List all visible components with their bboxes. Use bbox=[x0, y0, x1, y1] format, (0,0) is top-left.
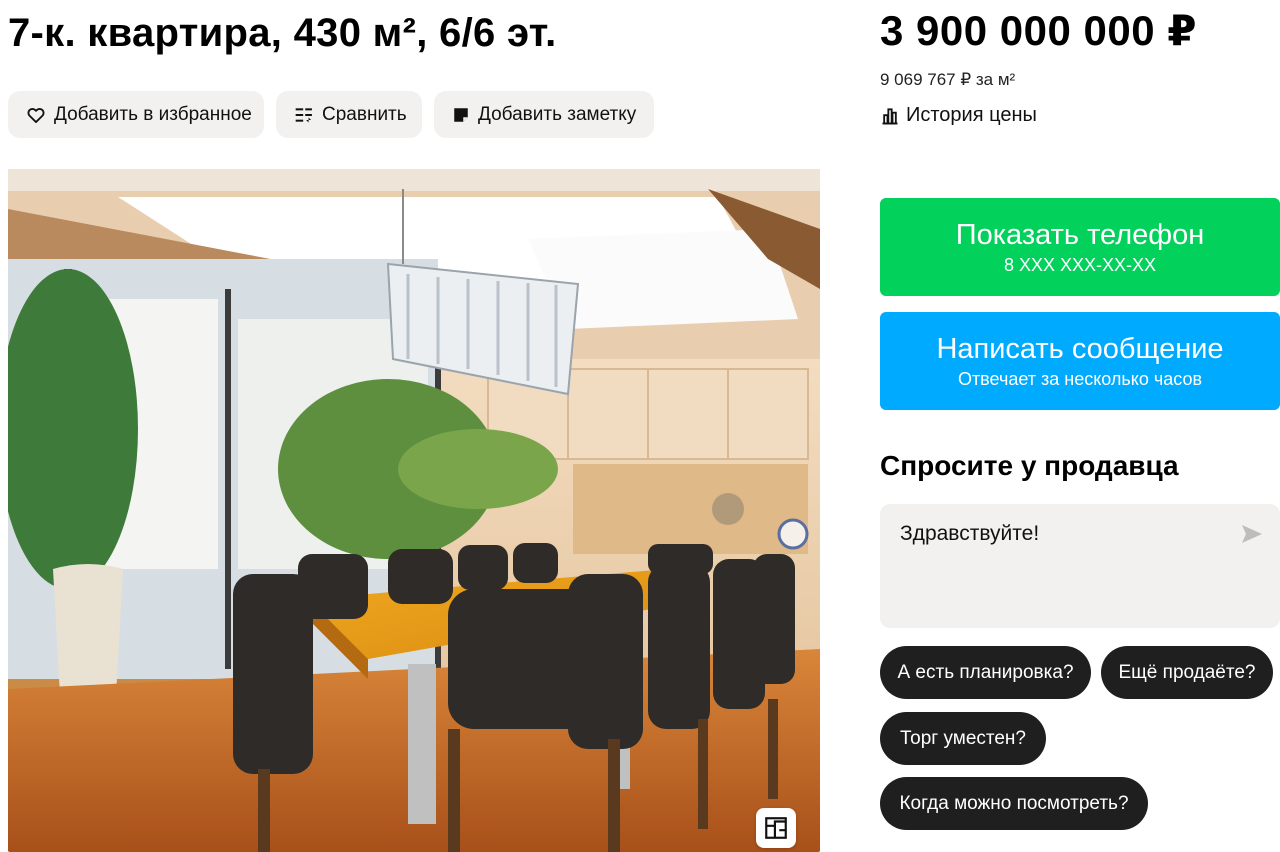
quick-question-chip[interactable]: А есть планировка? bbox=[880, 646, 1091, 699]
write-message-button[interactable]: Написать сообщение Отвечает за несколько… bbox=[880, 312, 1280, 410]
listing-actions: Добавить в избранное Сравнить Добавить з… bbox=[8, 91, 654, 138]
add-to-favorites-button[interactable]: Добавить в избранное bbox=[8, 91, 264, 138]
ask-seller-heading: Спросите у продавца bbox=[880, 450, 1179, 481]
message-text: Здравствуйте! bbox=[900, 522, 1040, 545]
compare-label: Сравнить bbox=[322, 103, 407, 125]
add-to-favorites-label: Добавить в избранное bbox=[54, 103, 252, 125]
response-time-note: Отвечает за несколько часов bbox=[957, 369, 1203, 389]
listing-page: 7-к. квартира, 430 м², 6/6 эт. Добавить … bbox=[0, 0, 1280, 852]
quick-question-chip[interactable]: Торг уместен? bbox=[880, 712, 1046, 765]
message-input[interactable]: Здравствуйте! bbox=[880, 504, 1280, 628]
dining-room-image bbox=[8, 169, 820, 852]
price-history-link[interactable]: История цены bbox=[880, 104, 1037, 127]
price-per-m2: 9 069 767 ₽ за м² bbox=[880, 70, 1016, 89]
add-note-button[interactable]: Добавить заметку bbox=[434, 91, 654, 138]
chart-icon bbox=[880, 105, 902, 127]
send-icon[interactable] bbox=[1240, 522, 1266, 548]
quick-question-chip[interactable]: Когда можно посмотреть? bbox=[880, 777, 1148, 830]
listing-title: 7-к. квартира, 430 м², 6/6 эт. bbox=[8, 11, 557, 55]
compare-icon bbox=[294, 104, 314, 126]
listing-photo[interactable] bbox=[8, 169, 820, 852]
compare-button[interactable]: Сравнить bbox=[276, 91, 422, 138]
quick-question-chip[interactable]: Ещё продаёте? bbox=[1101, 646, 1273, 699]
price-total: 3 900 000 000 ₽ bbox=[880, 7, 1197, 54]
write-message-label: Написать сообщение bbox=[936, 333, 1224, 365]
note-icon bbox=[452, 104, 470, 126]
heart-icon bbox=[26, 104, 46, 126]
show-phone-button[interactable]: Показать телефон 8 XXX XXX-XX-XX bbox=[880, 198, 1280, 296]
add-note-label: Добавить заметку bbox=[478, 103, 637, 125]
floor-plan-icon[interactable] bbox=[756, 808, 796, 848]
masked-phone-number: 8 XXX XXX-XX-XX bbox=[1003, 255, 1157, 275]
show-phone-label: Показать телефон bbox=[955, 219, 1205, 251]
price-history-label: История цены bbox=[906, 104, 1037, 126]
